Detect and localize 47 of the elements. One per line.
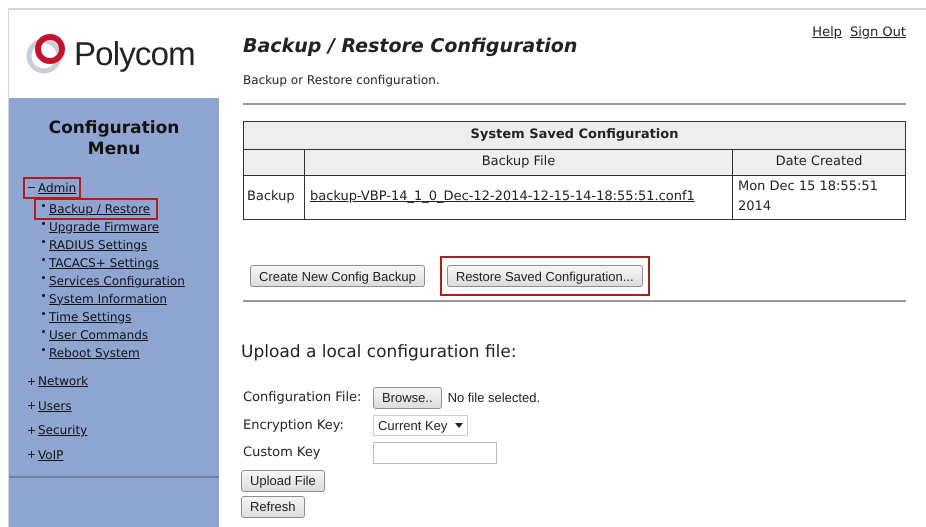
custom-key-input[interactable] bbox=[373, 442, 497, 464]
logo-text: Polycom bbox=[74, 34, 195, 74]
table-cell: Backup bbox=[244, 175, 304, 219]
bullet-icon bbox=[42, 240, 45, 243]
menu-item-link[interactable]: Time Settings bbox=[49, 308, 132, 324]
bullet-icon bbox=[42, 330, 45, 333]
column-header: Backup File bbox=[304, 149, 732, 175]
column-header: Date Created bbox=[732, 149, 906, 175]
bullet-icon bbox=[42, 348, 45, 351]
file-status: No file selected. bbox=[448, 389, 540, 408]
header-link[interactable]: Sign Out bbox=[850, 23, 906, 42]
table-cell: Mon Dec 15 18:55:51 2014 bbox=[732, 175, 906, 219]
bullet-icon bbox=[42, 294, 45, 297]
menu-item-link[interactable]: Services Configuration bbox=[49, 272, 185, 288]
field-label: Encryption Key: bbox=[243, 416, 345, 435]
bullet-icon bbox=[42, 204, 45, 207]
upload-heading: Upload a local configuration file: bbox=[241, 340, 518, 364]
menu-group-link[interactable]: Network bbox=[38, 373, 88, 389]
menu-item-link[interactable]: Upgrade Firmware bbox=[49, 218, 160, 234]
caret-icon bbox=[455, 423, 464, 428]
page-title: Backup / Restore Configuration bbox=[243, 34, 578, 59]
field-label: Custom Key bbox=[243, 444, 322, 462]
action-button[interactable]: Restore Saved Configuration... bbox=[446, 265, 643, 288]
encryption-key-dropdown[interactable]: Current Key bbox=[373, 415, 468, 436]
menu-group-link[interactable]: Security bbox=[38, 422, 88, 438]
menu-item-link[interactable]: TACACS+ Settings bbox=[49, 254, 159, 270]
page-subtitle: Backup or Restore configuration. bbox=[243, 72, 441, 88]
form-button[interactable]: Refresh bbox=[241, 496, 305, 518]
bullet-icon bbox=[42, 258, 45, 261]
menu-item-link[interactable]: User Commands bbox=[49, 326, 148, 342]
menu-group-link[interactable]: Admin bbox=[38, 180, 76, 196]
form-button[interactable]: Upload File bbox=[241, 470, 325, 492]
bullet-icon bbox=[42, 276, 45, 279]
menu-group-link[interactable]: VoIP bbox=[38, 446, 64, 462]
menu-item-link[interactable]: Backup / Restore bbox=[49, 200, 150, 216]
table-caption: System Saved Configuration bbox=[244, 121, 906, 149]
menu-item-link[interactable]: System Information bbox=[49, 290, 168, 306]
bullet-icon bbox=[42, 312, 45, 315]
menu-item-link[interactable]: RADIUS Settings bbox=[49, 236, 148, 252]
field-label: Configuration File: bbox=[243, 389, 362, 408]
action-button[interactable]: Create New Config Backup bbox=[250, 265, 425, 288]
menu-group-link[interactable]: Users bbox=[38, 398, 72, 414]
bullet-icon bbox=[42, 222, 45, 225]
menu-item-link[interactable]: Reboot System bbox=[49, 344, 140, 360]
browse-button[interactable]: Browse.. bbox=[373, 387, 442, 409]
menu-title: Configuration Menu bbox=[48, 118, 180, 160]
header-link[interactable]: Help bbox=[812, 23, 842, 42]
